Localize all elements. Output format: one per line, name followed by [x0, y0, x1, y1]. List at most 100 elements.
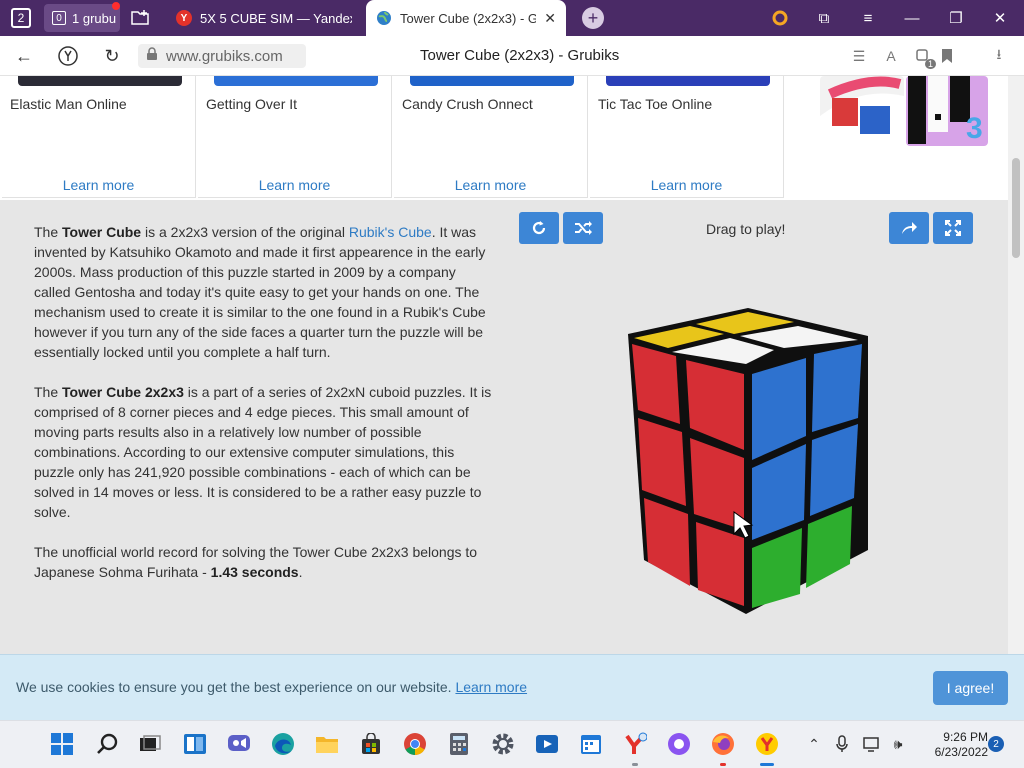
edge-button[interactable]: [270, 731, 296, 757]
description: The Tower Cube is a 2x2x3 version of the…: [34, 222, 494, 602]
game-thumbnail[interactable]: [410, 76, 574, 86]
chat-icon: [228, 735, 250, 751]
collections-icon[interactable]: ⧉: [812, 6, 836, 30]
edge-icon: [272, 733, 294, 755]
tab-group-button[interactable]: 0 1 grubu: [44, 2, 120, 32]
tab-tower-cube[interactable]: Tower Cube (2x2x3) - Grubiks ✕: [366, 0, 566, 36]
close-window-icon[interactable]: ✕: [988, 6, 1012, 30]
reset-button[interactable]: [519, 212, 559, 244]
menu-icon[interactable]: ≡: [856, 6, 880, 30]
start-icon: [51, 733, 73, 755]
learn-more-link[interactable]: Learn more: [198, 177, 391, 193]
text: is a 2x2x3 version of the original: [141, 224, 349, 240]
chrome-icon: [404, 733, 426, 755]
tab-title: Tower Cube (2x2x3) - Grubiks: [400, 10, 537, 26]
shuffle-button[interactable]: [563, 212, 603, 244]
calendar-button[interactable]: [578, 731, 604, 757]
chrome-button[interactable]: [402, 731, 428, 757]
yandex-browser-button[interactable]: [754, 731, 780, 757]
notification-dot-icon: [112, 2, 120, 10]
new-tab-group-button[interactable]: [126, 4, 154, 32]
game-card[interactable]: Getting Over It Learn more: [198, 76, 392, 198]
learn-more-link[interactable]: Learn more: [394, 177, 587, 193]
lock-icon: [146, 47, 158, 65]
cookie-banner: We use cookies to ensure you get the bes…: [0, 654, 1024, 720]
minimize-icon[interactable]: —: [900, 6, 924, 30]
game-card[interactable]: Tic Tac Toe Online Learn more: [590, 76, 784, 198]
text: The: [34, 384, 63, 400]
show-hidden-icons-icon[interactable]: ⌃: [804, 734, 824, 754]
translate-icon[interactable]: A: [880, 45, 902, 67]
widgets-button[interactable]: [182, 731, 208, 757]
scrollbar-thumb[interactable]: [1012, 158, 1020, 258]
tab-yandex[interactable]: Y 5X 5 CUBE SIM — Yandex: [166, 0, 362, 36]
share-button[interactable]: [889, 212, 929, 244]
reload-button[interactable]: ↻: [100, 44, 124, 68]
game-card[interactable]: Candy Crush Onnect Learn more: [394, 76, 588, 198]
globe-icon: [376, 10, 392, 26]
volume-icon[interactable]: 🕪: [888, 734, 908, 754]
agree-button[interactable]: I agree!: [933, 671, 1008, 705]
windows-taskbar: ⌃ 🕪 9:26 PM 6/23/2022 2: [0, 720, 1024, 768]
search-button[interactable]: [94, 731, 120, 757]
notification-badge[interactable]: 2: [988, 736, 1004, 752]
learn-more-link[interactable]: Learn more: [2, 177, 195, 193]
restore-icon[interactable]: ❐: [944, 6, 968, 30]
yandex-plus-icon[interactable]: [768, 6, 792, 30]
start-button[interactable]: [49, 731, 75, 757]
alice-button[interactable]: [666, 731, 692, 757]
game-name: Getting Over It: [206, 96, 298, 112]
extension-icon[interactable]: 1: [912, 45, 936, 69]
download-icon[interactable]: ⭳: [988, 45, 1010, 67]
firefox-icon: [712, 733, 734, 755]
bookmark-icon[interactable]: [936, 45, 958, 67]
bold-text: Tower Cube: [62, 224, 142, 240]
reader-mode-icon[interactable]: ☰: [848, 45, 870, 67]
media-player-icon: [536, 735, 558, 753]
game-thumbnail[interactable]: [18, 76, 182, 86]
yandex-button[interactable]: [622, 731, 648, 757]
page-scrollbar[interactable]: [1008, 76, 1024, 720]
rubiks-cube-link[interactable]: Rubik's Cube: [349, 224, 432, 240]
yandex-home-button[interactable]: [56, 44, 80, 68]
folder-plus-icon: [131, 10, 149, 25]
learn-more-link[interactable]: Learn more: [590, 177, 783, 193]
browser-tab-strip: 2 0 1 grubu Y 5X 5 CUBE SIM — Yandex Tow…: [0, 0, 1024, 36]
file-explorer-icon: [316, 737, 338, 753]
url-text: www.grubiks.com: [166, 47, 283, 65]
running-indicator: [720, 763, 726, 766]
game-card[interactable]: Elastic Man Online Learn more: [2, 76, 196, 198]
microphone-icon[interactable]: [832, 734, 852, 754]
new-tab-button[interactable]: +: [582, 7, 604, 29]
description-paragraph: The Tower Cube is a 2x2x3 version of the…: [34, 222, 494, 362]
sticker-right[interactable]: [812, 344, 862, 432]
game-thumbnail[interactable]: [606, 76, 770, 86]
game-thumbnail[interactable]: [214, 76, 378, 86]
reset-icon: [532, 221, 546, 235]
shuffle-icon: [575, 221, 592, 235]
tab-counter-button[interactable]: 2: [6, 4, 36, 32]
close-tab-icon[interactable]: ✕: [544, 10, 556, 27]
promo-game-image[interactable]: 3: [820, 76, 988, 146]
firefox-button[interactable]: [710, 731, 736, 757]
game-name: Elastic Man Online: [10, 96, 127, 112]
file-explorer-button[interactable]: [314, 731, 340, 757]
back-button[interactable]: ←: [12, 44, 36, 68]
text: . It was invented by Katsuhiko Okamoto a…: [34, 224, 486, 360]
settings-button[interactable]: [490, 731, 516, 757]
tower-cube-3d[interactable]: [610, 300, 880, 620]
task-view-button[interactable]: [137, 731, 163, 757]
chat-button[interactable]: [226, 731, 252, 757]
yandex-logo-icon: [58, 46, 78, 66]
game-name: Candy Crush Onnect: [402, 96, 533, 112]
network-icon[interactable]: [862, 734, 882, 754]
clock[interactable]: 9:26 PM 6/23/2022: [922, 730, 988, 760]
calculator-button[interactable]: [446, 731, 472, 757]
text: is a part of a series of 2x2xN cuboid pu…: [34, 384, 492, 520]
cookie-learn-more-link[interactable]: Learn more: [455, 679, 527, 695]
url-field[interactable]: www.grubiks.com: [138, 44, 306, 68]
extension-badge: 1: [924, 59, 936, 69]
fullscreen-button[interactable]: [933, 212, 973, 244]
store-button[interactable]: [358, 731, 384, 757]
media-player-button[interactable]: [534, 731, 560, 757]
